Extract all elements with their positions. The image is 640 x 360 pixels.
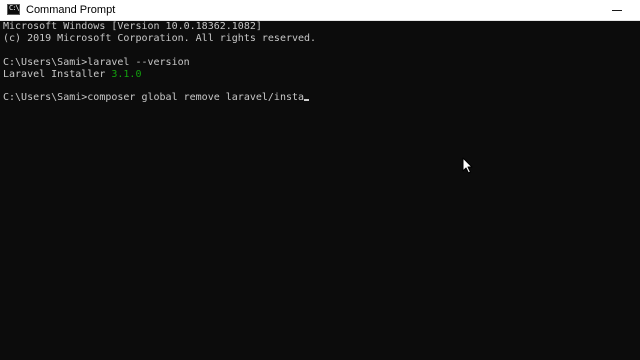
console-line: Laravel Installer 3.1.0 [3,69,141,81]
window-title: Command Prompt [26,4,116,16]
cmd-icon: C:\ [7,4,20,15]
command-prompt-window: C:\ Command Prompt Microsoft Windows [Ve… [0,0,640,360]
current-command: C:\Users\Sami>composer global remove lar… [3,92,305,103]
title-bar[interactable]: C:\ Command Prompt [0,0,640,21]
text-caret [304,99,310,101]
command-input-line[interactable]: C:\Users\Sami>composer global remove lar… [3,92,310,104]
minimize-button[interactable] [594,0,640,20]
console-line: Microsoft Windows [Version 10.0.18362.10… [3,21,262,32]
minimize-icon [612,10,622,11]
console-line: C:\Users\Sami>laravel --version [3,57,190,68]
mouse-pointer-icon [462,157,473,174]
installer-label: Laravel Installer [3,69,112,80]
console-line: (c) 2019 Microsoft Corporation. All righ… [3,33,317,44]
console-output[interactable]: Microsoft Windows [Version 10.0.18362.10… [0,21,640,360]
installer-version: 3.1.0 [111,69,142,80]
